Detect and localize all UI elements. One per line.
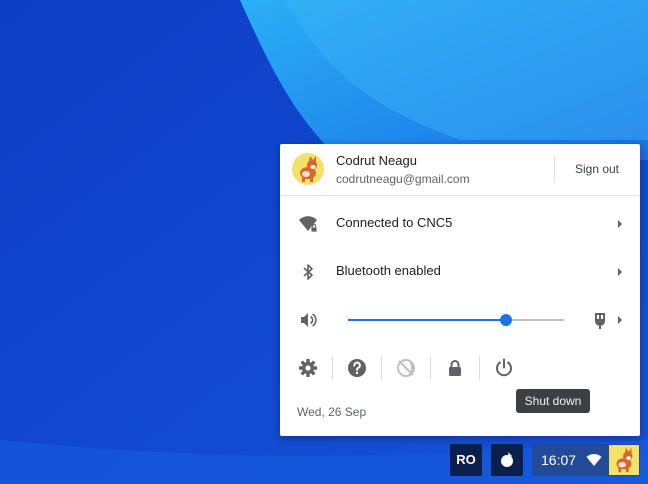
wifi-locked-icon [299, 216, 318, 233]
volume-icon[interactable] [298, 310, 318, 330]
power-icon[interactable] [492, 356, 516, 380]
shelf-user-avatar [609, 445, 639, 475]
chevron-right-icon[interactable] [616, 314, 624, 326]
date-label: Wed, 26 Sep [297, 405, 367, 419]
user-email: codrutneagu@gmail.com [336, 172, 470, 186]
user-name: Codrut Neagu [336, 153, 417, 168]
volume-slider[interactable] [348, 314, 564, 326]
stylus-tools-button[interactable] [491, 444, 523, 476]
user-row: Codrut Neagu codrutneagu@gmail.com Sign … [280, 144, 640, 196]
bluetooth-row[interactable]: Bluetooth enabled [280, 248, 640, 296]
help-icon[interactable] [345, 356, 369, 380]
network-row[interactable]: Connected to CNC5 [280, 200, 640, 248]
stylus-icon [501, 452, 513, 467]
system-actions-row [280, 344, 640, 392]
wifi-icon [586, 454, 602, 466]
clock: 16:07 [541, 452, 577, 468]
bluetooth-label: Bluetooth enabled [336, 263, 441, 278]
divider [381, 356, 382, 380]
volume-slider-thumb[interactable] [500, 314, 512, 326]
user-avatar [292, 153, 324, 185]
gear-icon[interactable] [296, 356, 320, 380]
status-area[interactable]: 16:07 [532, 444, 640, 476]
divider [332, 356, 333, 380]
headset-icon[interactable] [592, 310, 608, 330]
corgi-avatar-icon [300, 156, 317, 182]
volume-row [280, 296, 640, 344]
volume-track-filled [348, 319, 506, 321]
bluetooth-icon [303, 264, 313, 280]
divider [479, 356, 480, 380]
network-label: Connected to CNC5 [336, 215, 453, 230]
shut-down-tooltip: Shut down [516, 389, 590, 413]
corgi-avatar-icon [616, 447, 633, 473]
chevron-right-icon [618, 220, 622, 228]
chevron-right-icon [618, 268, 622, 276]
sign-out-button[interactable]: Sign out [564, 158, 630, 180]
volume-track-empty [506, 319, 564, 321]
night-light-icon[interactable] [394, 356, 418, 380]
divider [554, 157, 555, 182]
lock-icon[interactable] [443, 356, 467, 380]
input-method-badge[interactable]: RO [450, 444, 482, 476]
divider [430, 356, 431, 380]
